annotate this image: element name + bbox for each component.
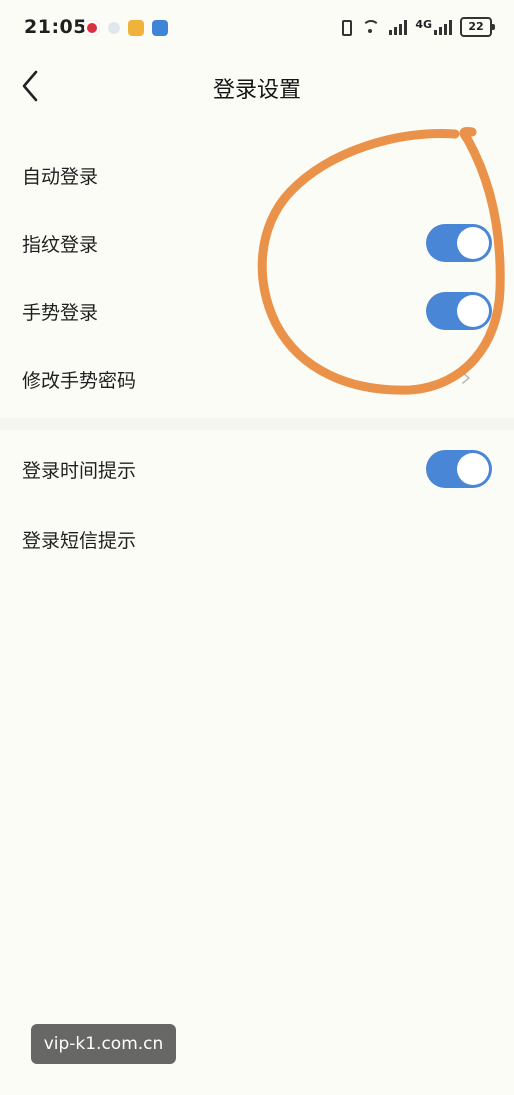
wifi-icon <box>361 19 381 35</box>
toggle-knob <box>457 453 489 485</box>
header: 登录设置 <box>0 58 514 116</box>
setting-label: 指纹登录 <box>22 234 99 256</box>
battery-level: 22 <box>468 20 484 33</box>
battery-icon: 22 <box>460 17 495 37</box>
notification-icons <box>84 20 168 36</box>
setting-label: 登录时间提示 <box>22 460 137 482</box>
status-bar: 21:05 4G 22 <box>0 0 514 58</box>
setting-label: 手势登录 <box>22 302 99 324</box>
status-indicators: 4G 22 <box>339 17 495 37</box>
page-title: 登录设置 <box>212 78 301 103</box>
gesture-login-toggle[interactable] <box>426 292 492 330</box>
setting-auto-login[interactable]: 自动登录 <box>0 142 514 210</box>
chevron-right-icon <box>462 372 471 384</box>
compass-icon <box>152 20 168 36</box>
signal-icon <box>389 19 408 35</box>
setting-fingerprint-login[interactable]: 指纹登录 <box>0 210 514 278</box>
toggle-knob <box>457 295 489 327</box>
setting-label: 登录短信提示 <box>22 530 137 552</box>
setting-login-time-alert[interactable]: 登录时间提示 <box>0 436 514 504</box>
network-type: 4G <box>415 17 432 31</box>
status-time: 21:05 <box>24 16 87 38</box>
setting-gesture-login[interactable]: 手势登录 <box>0 278 514 346</box>
dot-icon <box>108 22 120 34</box>
setting-label: 修改手势密码 <box>22 370 137 392</box>
toggle-knob <box>457 227 489 259</box>
setting-change-gesture-password[interactable]: 修改手势密码 <box>0 346 514 414</box>
folder-icon <box>128 20 144 36</box>
section-divider <box>0 418 514 430</box>
watermark: vip-k1.com.cn <box>31 1024 176 1064</box>
signal-icon-secondary <box>434 19 452 35</box>
target-icon <box>84 20 100 36</box>
vibrate-icon <box>339 18 353 36</box>
fingerprint-login-toggle[interactable] <box>426 224 492 262</box>
setting-login-sms-alert[interactable]: 登录短信提示 <box>0 506 514 574</box>
setting-label: 自动登录 <box>22 166 99 188</box>
login-time-alert-toggle[interactable] <box>426 450 492 488</box>
